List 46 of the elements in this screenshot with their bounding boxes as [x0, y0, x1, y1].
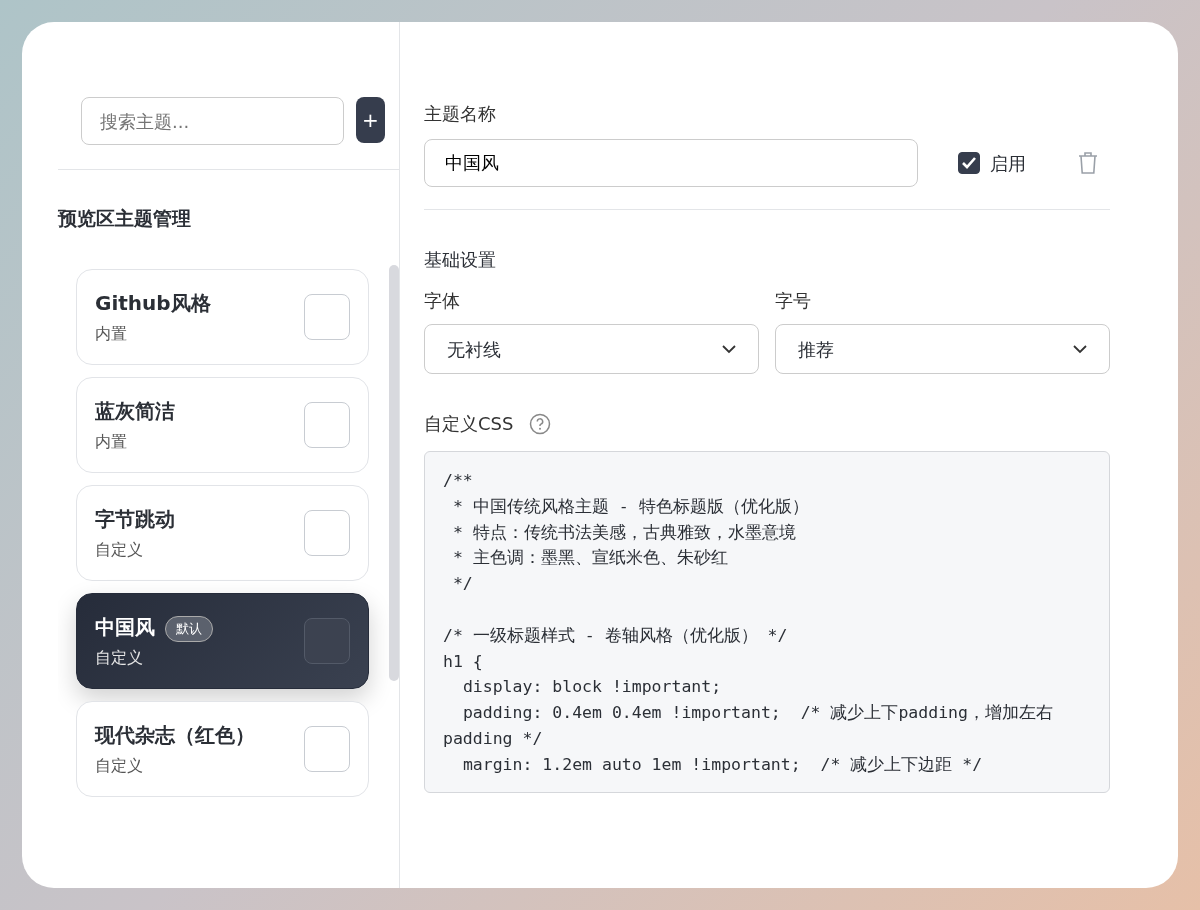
field-label: 字号 — [775, 289, 812, 313]
code-line: /* 一级标题样式 - 卷轴风格（优化版） */ — [443, 624, 789, 647]
theme-card[interactable]: 字节跳动 自定义 — [76, 484, 369, 581]
check-icon — [961, 156, 977, 170]
name-field[interactable]: 中国风 — [424, 139, 918, 187]
field-label: 主题名称 — [424, 102, 497, 126]
theme-name: 字节跳动 — [95, 506, 175, 531]
code-line: display: block !important; — [461, 676, 723, 699]
size-select[interactable]: 推荐 — [775, 324, 1110, 374]
theme-card[interactable]: 中国风 默认 自定义 — [76, 592, 369, 689]
css-editor[interactable] — [424, 451, 1110, 793]
theme-card[interactable]: 现代杂志（红色） 自定义 — [76, 700, 369, 797]
theme-type: 自定义 — [95, 754, 144, 777]
default-badge: 默认 — [165, 616, 213, 642]
code-line: * 主色调：墨黑、宣纸米色、朱砂红 — [451, 547, 729, 570]
field-label: 字体 — [424, 289, 461, 313]
add-button[interactable]: + — [356, 97, 385, 143]
font-select[interactable]: 无衬线 — [424, 324, 759, 374]
theme-name: 中国风 — [95, 614, 155, 639]
theme-type: 内置 — [95, 322, 128, 345]
section-title: 基础设置 — [424, 248, 497, 272]
code-line: * 特点：传统书法美感，古典雅致，水墨意境 — [451, 521, 797, 544]
theme-type: 自定义 — [95, 646, 144, 669]
code-line: * 中国传统风格主题 - 特色标题版（优化版） — [451, 495, 810, 518]
trash-icon[interactable] — [1078, 151, 1098, 175]
code-line: h1 { — [443, 650, 484, 673]
checkbox[interactable] — [304, 617, 350, 664]
enable-label: 启用 — [990, 151, 1026, 176]
enable-checkbox[interactable] — [958, 152, 980, 174]
section-title: 预览区主题管理 — [58, 206, 192, 231]
caret-icon — [722, 344, 736, 354]
theme-name: Github风格 — [95, 290, 211, 315]
theme-type: 内置 — [95, 430, 128, 453]
code-line: */ — [451, 573, 474, 596]
search-field[interactable]: 搜索主题... — [81, 97, 344, 145]
caret-icon — [1073, 344, 1087, 354]
scrollbar[interactable] — [389, 264, 399, 681]
code-line: /** — [443, 470, 474, 492]
help-icon[interactable] — [529, 412, 552, 435]
theme-type: 自定义 — [95, 538, 144, 561]
theme-name: 蓝灰简洁 — [95, 398, 175, 423]
theme-name: 现代杂志（红色） — [95, 722, 255, 747]
theme-card[interactable]: Github风格 内置 — [76, 268, 369, 365]
code-line: margin: 1.2em auto 1em !important; /* 减少上下边距 */ — [461, 753, 984, 776]
theme-card[interactable]: 蓝灰简洁 内置 — [76, 376, 369, 473]
field-label: 自定义CSS — [424, 412, 514, 436]
